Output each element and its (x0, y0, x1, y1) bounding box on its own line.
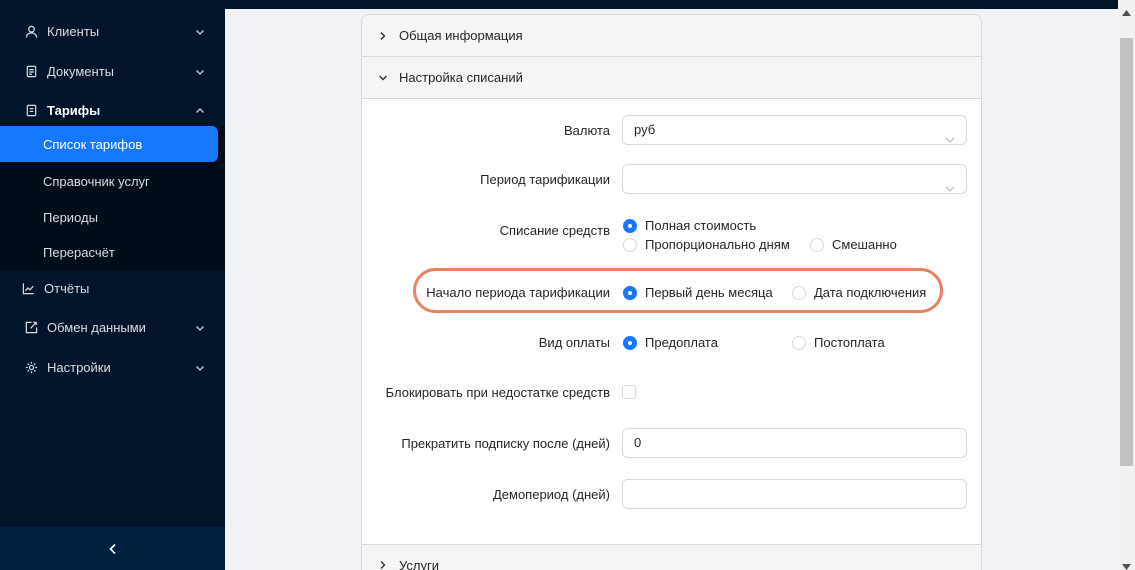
payment-type-label: Вид оплаты (538, 335, 610, 350)
scrollbar-thumb[interactable] (1120, 38, 1133, 466)
stop-after-value: 0 (634, 435, 642, 450)
stop-after-label: Прекратить подписку после (дней) (401, 436, 610, 451)
sidebar-collapse-button[interactable] (0, 527, 225, 570)
radio-label: Смешанно (832, 237, 897, 252)
panel-header-services[interactable]: Услуги (362, 544, 981, 570)
chevron-right-icon (378, 560, 388, 570)
submenu-item-label: Перерасчёт (43, 244, 115, 260)
tariff-icon (24, 103, 38, 117)
chevron-down-icon (945, 175, 955, 192)
radio-postpaid[interactable]: Постоплата (792, 335, 885, 350)
form-row-block: Блокировать при недостатке средств (362, 377, 981, 409)
user-icon (24, 24, 38, 38)
radio-connection-date[interactable]: Дата подключения (792, 285, 926, 300)
radio-dot (623, 335, 637, 350)
radio-first-day-of-month[interactable]: Первый день месяца (623, 285, 773, 300)
chevron-down-icon (378, 73, 388, 83)
period-start-label: Начало периода тарификации (426, 285, 610, 300)
chevron-down-icon (945, 126, 955, 143)
form-row-stop-after: Прекратить подписку после (дней) 0 (362, 428, 981, 460)
currency-label: Валюта (564, 123, 610, 138)
radio-mixed[interactable]: Смешанно (810, 237, 897, 252)
sidebar: Клиенты Документы Тарифы Список тарифов … (0, 0, 225, 570)
menu-item-label: Отчёты (44, 280, 90, 296)
submenu-item-recalculation[interactable]: Перерасчёт (0, 234, 225, 270)
radio-dot (792, 285, 806, 300)
radio-dot (623, 218, 637, 233)
radio-label: Первый день месяца (645, 285, 773, 300)
stop-after-input[interactable]: 0 (622, 428, 967, 458)
radio-dot (792, 335, 806, 350)
header-bar (225, 0, 1118, 9)
form-row-currency: Валюта руб (362, 115, 981, 147)
radio-label: Постоплата (814, 335, 885, 350)
menu-item-data-exchange[interactable]: Обмен данными (0, 307, 225, 347)
radio-dot (623, 237, 637, 252)
submenu-item-label: Периоды (43, 209, 98, 225)
demo-period-input[interactable] (622, 479, 967, 509)
submenu-item-label: Список тарифов (43, 136, 143, 152)
menu-item-label: Обмен данными (47, 319, 146, 335)
radio-label: Полная стоимость (645, 218, 757, 233)
radio-dot (810, 237, 824, 252)
menu-item-label: Настройки (47, 359, 111, 375)
panel-title: Общая информация (399, 28, 523, 43)
currency-select[interactable]: руб (622, 115, 967, 145)
scroll-down-arrow-icon[interactable] (1122, 558, 1131, 570)
panel-header-general-info[interactable]: Общая информация (362, 15, 981, 57)
radio-prepaid[interactable]: Предоплата (623, 335, 718, 350)
menu-item-documents[interactable]: Документы (0, 51, 225, 91)
submenu-item-services-directory[interactable]: Справочник услуг (0, 163, 225, 199)
radio-proportional[interactable]: Пропорционально дням (623, 237, 790, 252)
form-row-billing-period: Период тарификации (362, 164, 981, 196)
page-scrollbar[interactable] (1118, 0, 1135, 570)
radio-dot (623, 285, 637, 300)
radio-label: Предоплата (645, 335, 718, 350)
menu-item-clients[interactable]: Клиенты (0, 11, 225, 51)
form-row-period-start: Начало периода тарификации Первый день м… (362, 277, 981, 309)
menu-item-reports[interactable]: Отчёты (0, 268, 225, 308)
chevron-left-icon (108, 543, 116, 554)
chevron-right-icon (378, 31, 388, 41)
currency-value: руб (634, 122, 656, 137)
menu-item-label: Тарифы (47, 102, 101, 118)
document-icon (24, 64, 38, 78)
submenu-item-tariff-list[interactable]: Список тарифов (0, 126, 218, 162)
exchange-icon (24, 320, 38, 334)
radio-label: Пропорционально дням (645, 237, 790, 252)
chevron-down-icon (195, 65, 205, 75)
form-row-demo-period: Демопериод (дней) (362, 479, 981, 511)
panel-title: Настройка списаний (399, 70, 523, 85)
chevron-down-icon (195, 321, 205, 331)
gear-icon (24, 360, 38, 374)
scroll-up-arrow-icon[interactable] (1122, 4, 1131, 16)
chevron-down-icon (195, 361, 205, 371)
billing-period-label: Период тарификации (480, 172, 610, 187)
panel-title: Услуги (399, 557, 439, 570)
submenu-item-label: Справочник услуг (43, 173, 150, 189)
form-row-charging: Списание средств Полная стоимость Пропор… (362, 215, 981, 252)
chart-icon (21, 281, 35, 295)
menu-item-settings[interactable]: Настройки (0, 347, 225, 387)
menu-item-label: Документы (47, 63, 115, 79)
submenu-item-periods[interactable]: Периоды (0, 199, 225, 235)
menu-item-tariffs[interactable]: Тарифы (0, 90, 225, 130)
radio-full-cost[interactable]: Полная стоимость (623, 218, 756, 233)
billing-period-select[interactable] (622, 164, 967, 194)
demo-period-label: Демопериод (дней) (492, 487, 610, 502)
block-checkbox[interactable] (622, 385, 636, 399)
chevron-up-icon (195, 104, 205, 114)
chevron-down-icon (195, 25, 205, 35)
radio-label: Дата подключения (814, 285, 927, 300)
collapse-panel: Общая информация Настройка списаний Валю… (361, 14, 982, 570)
menu-item-label: Клиенты (47, 23, 100, 39)
block-label: Блокировать при недостатке средств (385, 385, 610, 400)
charging-label: Списание средств (499, 223, 610, 238)
form-row-payment-type: Вид оплаты Предоплата Постоплата (362, 327, 981, 359)
panel-header-charges-settings[interactable]: Настройка списаний (362, 57, 981, 99)
